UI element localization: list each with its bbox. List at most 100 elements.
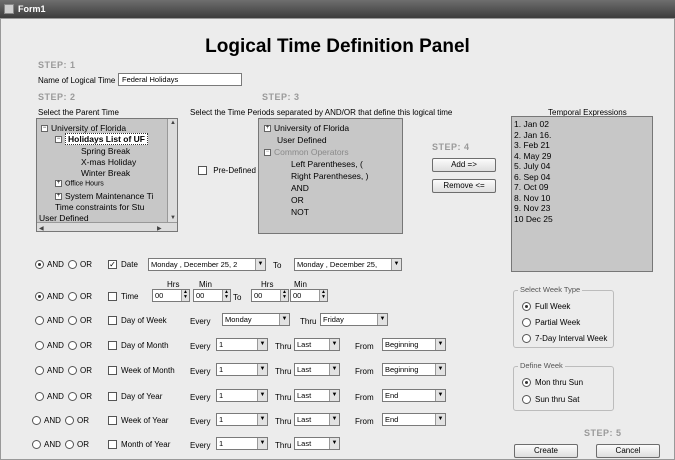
- scroll-down-icon[interactable]: ▼: [170, 215, 176, 221]
- chevron-down-icon[interactable]: ▼: [435, 390, 445, 401]
- dow-or-radio[interactable]: [68, 316, 77, 326]
- collapse-icon[interactable]: −: [55, 136, 62, 144]
- dom-or-option[interactable]: OR: [68, 341, 92, 351]
- time-end-hours[interactable]: 00 ▲ ▼: [251, 289, 289, 302]
- moy-or-radio[interactable]: [65, 440, 74, 450]
- doy-or-radio[interactable]: [68, 392, 77, 402]
- predefined-checkbox-row[interactable]: Pre-Defined: [198, 166, 256, 176]
- dow-thru-select[interactable]: Friday ▼: [320, 313, 388, 326]
- tree-item-uf[interactable]: − University of Florida: [41, 123, 126, 133]
- full-week-option[interactable]: Full Week: [522, 302, 570, 312]
- dom-from-select[interactable]: Beginning ▼: [382, 338, 446, 351]
- partial-week-option[interactable]: Partial Week: [522, 318, 580, 328]
- scroll-up-icon[interactable]: ▲: [170, 120, 176, 126]
- moy-and-option[interactable]: AND: [32, 440, 61, 450]
- moy-checkbox[interactable]: [108, 440, 117, 450]
- dow-and-radio[interactable]: [35, 316, 44, 326]
- tree-item-time-constraints[interactable]: Time constraints for Stu: [55, 202, 144, 212]
- name-input[interactable]: Federal Holidays: [118, 73, 242, 86]
- wom-thru-select[interactable]: Last ▼: [294, 363, 340, 376]
- periods-item-uf[interactable]: + University of Florida: [264, 123, 349, 133]
- wom-from-select[interactable]: Beginning ▼: [382, 363, 446, 376]
- woy-checkbox-row[interactable]: Week of Year: [108, 416, 168, 426]
- dow-and-option[interactable]: AND: [35, 316, 64, 326]
- periods-item-not[interactable]: NOT: [291, 207, 309, 217]
- spin-arrows-icon[interactable]: ▲ ▼: [181, 290, 189, 301]
- partial-week-radio[interactable]: [522, 318, 531, 328]
- dow-every-select[interactable]: Monday ▼: [222, 313, 290, 326]
- add-button[interactable]: Add =>: [432, 158, 496, 172]
- time-start-minutes[interactable]: 00 ▲ ▼: [193, 289, 231, 302]
- chevron-down-icon[interactable]: ▼: [329, 438, 339, 449]
- moy-every-select[interactable]: 1 ▼: [216, 437, 268, 450]
- temporal-expression-item[interactable]: 1. Jan 02: [514, 119, 549, 129]
- tree-item-xmas-holiday[interactable]: X-mas Holiday: [81, 157, 136, 167]
- woy-thru-select[interactable]: Last ▼: [294, 413, 340, 426]
- periods-item-right-paren[interactable]: Right Parentheses, ): [291, 171, 368, 181]
- tree-item-office-hours[interactable]: + Office Hours: [55, 180, 104, 187]
- dom-every-select[interactable]: 1 ▼: [216, 338, 268, 351]
- temporal-expression-item[interactable]: 5. July 04: [514, 161, 550, 171]
- doy-checkbox[interactable]: [108, 392, 117, 402]
- tree-item-system-maintenance[interactable]: + System Maintenance Ti: [55, 191, 153, 201]
- time-checkbox-row[interactable]: Time: [108, 292, 138, 302]
- interval-week-radio[interactable]: [522, 334, 531, 344]
- chevron-down-icon[interactable]: ▼: [257, 364, 267, 375]
- moy-or-option[interactable]: OR: [65, 440, 89, 450]
- temporal-expression-item[interactable]: 10 Dec 25: [514, 214, 553, 224]
- moy-thru-select[interactable]: Last ▼: [294, 437, 340, 450]
- woy-checkbox[interactable]: [108, 416, 117, 426]
- periods-item-common-operators[interactable]: − Common Operators: [264, 147, 349, 157]
- moy-checkbox-row[interactable]: Month of Year: [108, 440, 170, 450]
- dom-thru-select[interactable]: Last ▼: [294, 338, 340, 351]
- dom-or-radio[interactable]: [68, 341, 77, 351]
- chevron-down-icon[interactable]: ▼: [257, 390, 267, 401]
- wom-or-option[interactable]: OR: [68, 366, 92, 376]
- tree-item-holidays[interactable]: − Holidays List of UF: [55, 133, 148, 145]
- collapse-icon[interactable]: −: [41, 125, 48, 133]
- chevron-down-icon[interactable]: ▼: [279, 314, 289, 325]
- mon-thru-sun-option[interactable]: Mon thru Sun: [522, 378, 583, 388]
- chevron-down-icon[interactable]: ▼: [329, 339, 339, 350]
- collapse-icon[interactable]: −: [264, 149, 271, 157]
- chevron-down-icon[interactable]: ▼: [257, 414, 267, 425]
- expand-icon[interactable]: +: [55, 193, 62, 201]
- dom-and-option[interactable]: AND: [35, 341, 64, 351]
- spin-arrows-icon[interactable]: ▲ ▼: [280, 290, 288, 301]
- dom-checkbox[interactable]: [108, 341, 117, 351]
- chevron-down-icon[interactable]: ▼: [255, 259, 265, 270]
- temporal-expression-item[interactable]: 7. Oct 09: [514, 182, 549, 192]
- chevron-down-icon[interactable]: ▼: [435, 414, 445, 425]
- sun-thru-sat-option[interactable]: Sun thru Sat: [522, 395, 579, 405]
- dom-and-radio[interactable]: [35, 341, 44, 351]
- chevron-down-icon[interactable]: ▼: [257, 438, 267, 449]
- doy-checkbox-row[interactable]: Day of Year: [108, 392, 162, 402]
- wom-and-option[interactable]: AND: [35, 366, 64, 376]
- time-or-radio[interactable]: [68, 292, 77, 302]
- date-or-radio[interactable]: [68, 260, 77, 270]
- date-from-picker[interactable]: Monday , December 25, 2 ▼: [148, 258, 266, 271]
- wom-checkbox[interactable]: [108, 366, 117, 376]
- doy-thru-select[interactable]: Last ▼: [294, 389, 340, 402]
- temporal-expression-item[interactable]: 2. Jan 16.: [514, 130, 551, 140]
- tree-vertical-scrollbar[interactable]: ▲ ▼: [167, 119, 177, 222]
- chevron-down-icon[interactable]: ▼: [329, 414, 339, 425]
- woy-every-select[interactable]: 1 ▼: [216, 413, 268, 426]
- time-checkbox[interactable]: [108, 292, 117, 302]
- mon-thru-sun-radio[interactable]: [522, 378, 531, 388]
- doy-and-option[interactable]: AND: [35, 392, 64, 402]
- tree-horizontal-scrollbar[interactable]: ◀ ▶: [37, 222, 177, 231]
- woy-and-option[interactable]: AND: [32, 416, 61, 426]
- dow-checkbox-row[interactable]: Day of Week: [108, 316, 167, 326]
- predefined-checkbox[interactable]: [198, 166, 207, 176]
- wom-or-radio[interactable]: [68, 366, 77, 376]
- time-end-minutes[interactable]: 00 ▲ ▼: [290, 289, 328, 302]
- chevron-down-icon[interactable]: ▼: [435, 339, 445, 350]
- chevron-down-icon[interactable]: ▼: [377, 314, 387, 325]
- sun-thru-sat-radio[interactable]: [522, 395, 531, 405]
- full-week-radio[interactable]: [522, 302, 531, 312]
- date-or-option[interactable]: OR: [68, 260, 92, 270]
- chevron-down-icon[interactable]: ▼: [329, 364, 339, 375]
- spin-arrows-icon[interactable]: ▲ ▼: [222, 290, 230, 301]
- scroll-right-icon[interactable]: ▶: [157, 225, 162, 231]
